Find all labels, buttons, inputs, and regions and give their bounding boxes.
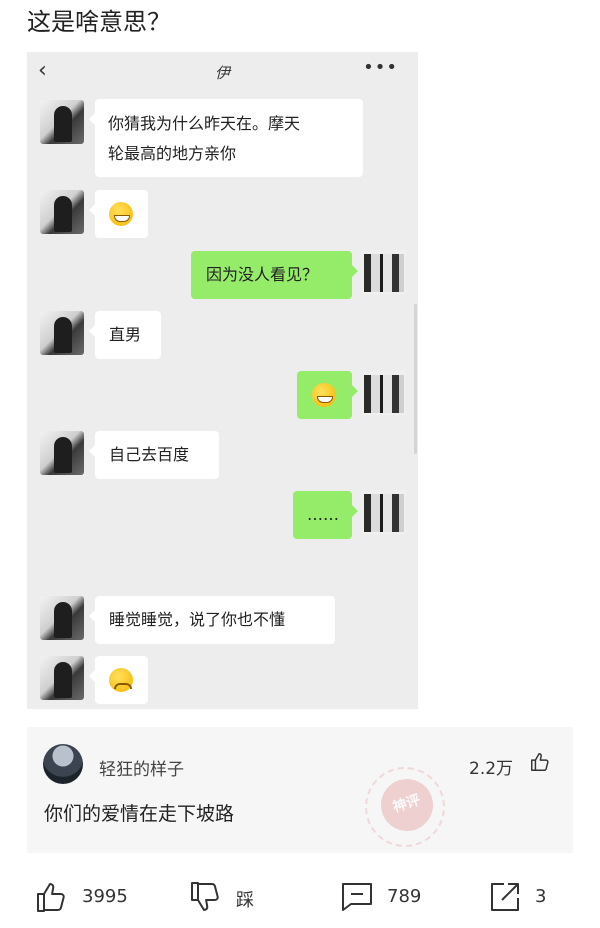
message-text: 直男: [109, 325, 142, 344]
message-bubble-outgoing: ……: [293, 491, 358, 539]
dislike-label: 踩: [236, 890, 254, 911]
grinning-emoji-icon: [109, 202, 133, 226]
thumbs-up-icon: [37, 883, 65, 912]
message-bubble-incoming: 自己去百度: [89, 431, 219, 479]
sad-emoji-icon: [109, 668, 133, 692]
message-line: 轮最高的地方亲你: [108, 144, 237, 163]
post-title: 这是啥意思？: [27, 8, 171, 36]
like-count: 3995: [82, 886, 128, 907]
share-icon: [491, 883, 519, 911]
commenter-username[interactable]: 轻狂的样子: [99, 755, 184, 780]
comment-text: 你们的爱情在走下坡路: [44, 803, 235, 825]
user-avatar: [362, 490, 406, 534]
thumbs-down-icon: [191, 882, 219, 911]
chat-scrollbar: [414, 304, 417, 454]
message-text: 因为没人看见？: [206, 265, 319, 284]
comment-bubble-icon: [342, 883, 372, 911]
message-bubble-incoming: 睡觉睡觉，说了你也不懂: [89, 596, 335, 644]
contact-avatar: [40, 311, 84, 355]
message-bubble-outgoing: [297, 371, 358, 419]
featured-comment-stamp: 神评: [353, 755, 457, 859]
contact-avatar: [40, 431, 84, 475]
share-count: 3: [535, 886, 547, 907]
contact-avatar: [40, 596, 84, 640]
comment-count: 789: [387, 886, 422, 907]
message-bubble-incoming: 你猜我为什么昨天在。摩天 轮最高的地方亲你: [89, 99, 363, 177]
message-text: ……: [307, 505, 339, 524]
message-line: 你猜我为什么昨天在。摩天: [108, 114, 301, 133]
contact-avatar: [40, 100, 84, 144]
message-text: 自己去百度: [109, 445, 190, 464]
comment-button[interactable]: 789: [340, 880, 440, 914]
message-text: 睡觉睡觉，说了你也不懂: [109, 610, 286, 629]
laughing-tears-emoji-icon: [312, 383, 336, 407]
chat-contact-name: 伊: [214, 64, 230, 82]
action-bar: 3995 踩 789 3: [0, 866, 600, 928]
comment-like-count: 2.2万: [469, 759, 514, 779]
user-avatar: [362, 250, 406, 294]
user-avatar: [362, 371, 406, 415]
chat-header: ‹ 伊 •••: [27, 52, 418, 92]
hot-comment-card[interactable]: 轻狂的样子 神评 2.2万 你们的爱情在走下坡路: [27, 727, 573, 859]
contact-avatar: [40, 190, 84, 234]
share-button[interactable]: 3: [488, 880, 558, 914]
contact-avatar: [40, 656, 84, 700]
message-bubble-incoming: [89, 656, 148, 704]
stamp-text: 神评: [390, 792, 423, 816]
message-bubble-outgoing: 因为没人看见？: [191, 251, 358, 299]
message-bubble-incoming: [89, 190, 148, 238]
commenter-avatar[interactable]: [43, 744, 83, 784]
thumbs-up-icon[interactable]: [529, 751, 551, 773]
dislike-button[interactable]: 踩: [189, 880, 269, 914]
message-bubble-incoming: 直男: [89, 311, 161, 359]
chat-screenshot: ‹ 伊 ••• 你猜我为什么昨天在。摩天 轮最高的地方亲你 因为没人看见？ 直男…: [27, 52, 418, 709]
like-button[interactable]: 3995: [35, 880, 135, 914]
more-dots-icon: •••: [363, 57, 398, 78]
